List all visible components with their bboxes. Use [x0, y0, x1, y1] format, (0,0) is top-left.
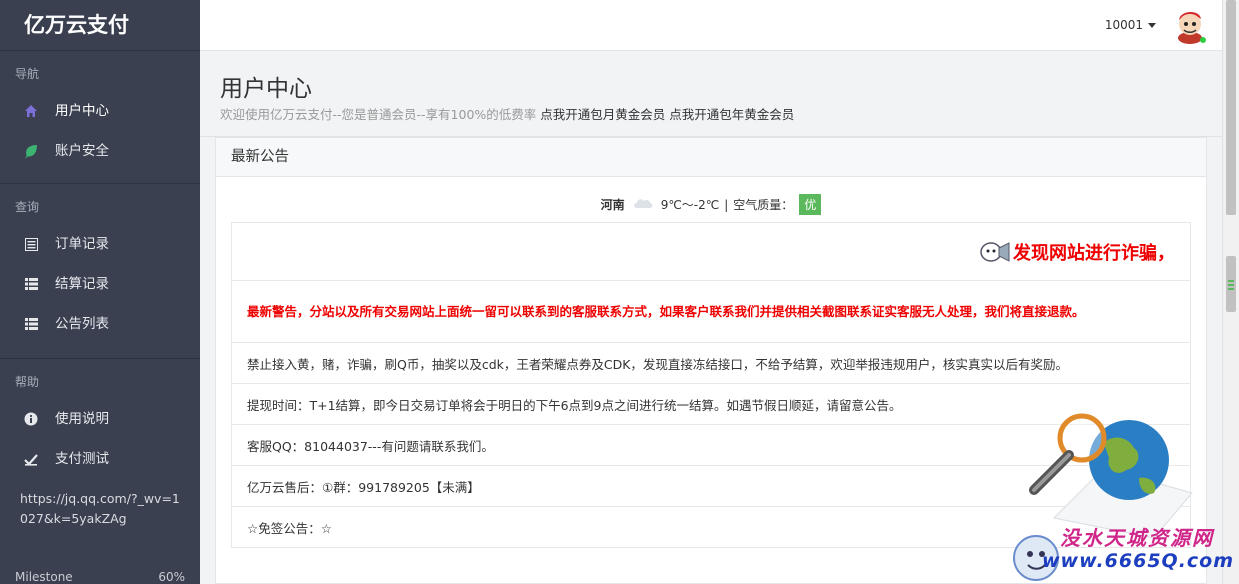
sidebar-item-label: 账户安全	[55, 143, 109, 159]
weather-city: 河南	[600, 198, 625, 212]
scrollbar-thumb[interactable]	[1226, 256, 1236, 312]
sidebar-item-label: 使用说明	[55, 411, 109, 427]
announcement-text: 客服QQ：81044037---有问题请联系我们。	[247, 438, 494, 454]
air-quality-label: 空气质量：	[733, 198, 794, 212]
grip-line	[1228, 280, 1234, 282]
sidebar: 亿万云支付 导航 用户中心 账户安全 查询 订单记录 结算记录 公告列表 帮助 …	[0, 0, 200, 584]
topbar: 10001	[200, 0, 1222, 51]
weather-widget: 河南 9℃～-2℃ | 空气质量： 优	[216, 194, 1206, 215]
grip-line	[1228, 284, 1234, 286]
brand-title[interactable]: 亿万云支付	[0, 0, 200, 50]
announcement-panel: 最新公告 河南 9℃～-2℃ | 空气质量： 优 发现网站进行诈骗， 最新警告，…	[215, 137, 1207, 584]
grip-line	[1228, 288, 1234, 290]
th-list-icon	[24, 317, 38, 331]
page-scrollbar[interactable]	[1222, 0, 1239, 584]
scrollbar-track-upper	[1226, 0, 1236, 215]
caret-down-icon	[1148, 22, 1156, 28]
watermark-line1: 没水天城资源网	[1060, 526, 1214, 550]
check-square-icon	[24, 452, 38, 466]
sidebar-item-settlement-records[interactable]: 结算记录	[0, 264, 200, 304]
sidebar-item-account-security[interactable]: 账户安全	[0, 131, 200, 171]
sidebar-item-user-center[interactable]: 用户中心	[0, 91, 200, 131]
list-item: 发现网站进行诈骗，	[232, 223, 1190, 280]
nav-section-help: 帮助 使用说明 支付测试 https://jq.qq.com/?_wv=1027…	[0, 358, 200, 529]
sidebar-item-label: 用户中心	[55, 103, 109, 119]
sidebar-item-label: 订单记录	[55, 236, 109, 252]
list-item: 禁止接入黄，赌，诈骗，刷Q币，抽奖以及cdk，王者荣耀点券及CDK，发现直接冻结…	[232, 342, 1190, 383]
avatar[interactable]	[1172, 5, 1208, 45]
list-item: 最新警告，分站以及所有交易网站上面统一留可以联系到的客服联系方式，如果客户联系我…	[232, 280, 1190, 342]
yearly-gold-link[interactable]: 点我开通包年黄金会员	[669, 107, 794, 122]
weather-temp: 9℃～-2℃	[660, 198, 720, 212]
announcement-text: 最新警告，分站以及所有交易网站上面统一留可以联系到的客服联系方式，如果客户联系我…	[247, 303, 1085, 319]
announcement-text: 亿万云售后：①群：991789205【未满】	[247, 479, 480, 495]
watermark-line2: www.6665Q.com	[1042, 550, 1235, 572]
nav-section-query: 查询 订单记录 结算记录 公告列表	[0, 183, 200, 344]
announcement-text: 提现时间：T+1结算，即今日交易订单将会于明日的下午6点到9点之间进行统一结算。…	[247, 397, 902, 413]
nav-header: 导航	[15, 67, 40, 81]
info-circle-icon	[24, 412, 38, 426]
page-header: 用户中心 欢迎使用亿万云支付--您是普通会员--享有100%的低费率 点我开通包…	[200, 51, 1222, 137]
th-list-icon	[24, 277, 38, 291]
milestone-value: 60%	[158, 570, 185, 584]
user-dropdown[interactable]: 10001	[1105, 18, 1156, 32]
milestone-label: Milestone	[15, 570, 73, 584]
fraud-banner-text: 发现网站进行诈骗，	[1013, 242, 1175, 264]
qq-group-link[interactable]: https://jq.qq.com/?_wv=1027&k=5yakZAg	[0, 479, 200, 529]
leaf-icon	[24, 144, 38, 158]
sidebar-item-usage-guide[interactable]: 使用说明	[0, 399, 200, 439]
watermark: 没水天城资源网 www.6665Q.com	[1010, 520, 1233, 584]
sidebar-item-label: 结算记录	[55, 276, 109, 292]
panel-heading: 最新公告	[216, 138, 1206, 177]
nav-section-navigation: 导航 用户中心 账户安全	[0, 50, 200, 171]
air-quality-badge: 优	[799, 194, 822, 215]
sidebar-item-order-records[interactable]: 订单记录	[0, 224, 200, 264]
page-title: 用户中心	[220, 76, 312, 102]
username: 10001	[1104, 18, 1143, 32]
announcement-text: 禁止接入黄，赌，诈骗，刷Q币，抽奖以及cdk，王者荣耀点券及CDK，发现直接冻结…	[247, 356, 1068, 372]
nav-header: 帮助	[15, 375, 40, 389]
home-icon	[24, 104, 38, 118]
nav-header: 查询	[15, 200, 40, 214]
milestone-progress: Milestone 60%	[15, 570, 185, 584]
fraud-banner: 发现网站进行诈骗，	[979, 239, 1175, 265]
page-subtitle: 欢迎使用亿万云支付--您是普通会员--享有100%的低费率 点我开通包月黄金会员…	[220, 104, 1222, 123]
weather-separator: |	[724, 197, 729, 212]
cloud-icon	[633, 197, 653, 212]
list-alt-icon	[24, 237, 38, 251]
megaphone-icon	[979, 239, 1011, 265]
welcome-text: 欢迎使用亿万云支付--您是普通会员--享有100%的低费率	[220, 107, 537, 122]
monthly-gold-link[interactable]: 点我开通包月黄金会员	[540, 107, 665, 122]
sidebar-item-announcement-list[interactable]: 公告列表	[0, 304, 200, 344]
sidebar-item-payment-test[interactable]: 支付测试	[0, 439, 200, 479]
sidebar-item-label: 公告列表	[55, 316, 109, 332]
announcement-text: ☆免签公告：☆	[247, 520, 332, 536]
sidebar-item-label: 支付测试	[55, 451, 109, 467]
